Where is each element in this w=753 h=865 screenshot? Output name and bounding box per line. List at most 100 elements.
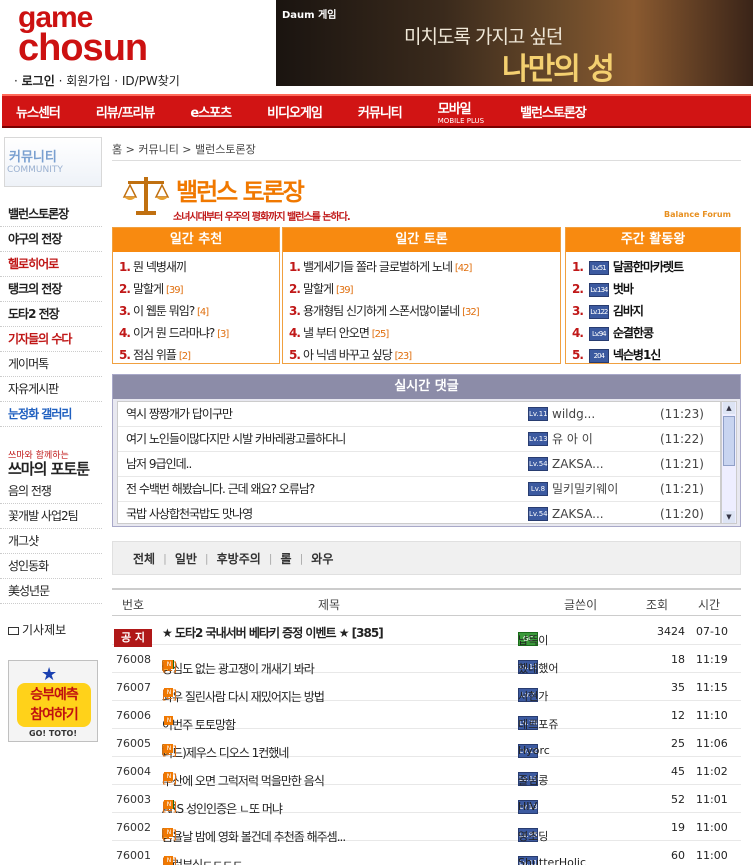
comment-text[interactable]: 역시 짱짱개가 답이구만 — [126, 402, 233, 427]
toto-promo[interactable]: ★ 승부예측 참여하기 GO! TOTO! — [8, 660, 98, 742]
sidebar-item-balance[interactable]: 밸런스토론장 — [0, 202, 102, 227]
sidebar-item-war[interactable]: 음의 전쟁 — [0, 479, 102, 504]
report-link[interactable]: 기사제보 — [8, 621, 66, 638]
level-badge: Lv.116 — [528, 407, 552, 421]
tab-lol[interactable]: 롤 — [273, 550, 300, 567]
list-item[interactable]: 3. Lv.122 김바지 — [572, 300, 740, 322]
list-item[interactable]: 5. 204 넥슨병1신 — [572, 344, 740, 366]
logo-chosun[interactable]: chosun — [18, 28, 148, 68]
comment-text[interactable]: 국밥 사상합천국밥도 맛나영 — [126, 502, 253, 523]
list-item[interactable]: 4. 낼 부터 안오면 [25] — [289, 322, 560, 344]
realtime-row[interactable]: 전 수백번 해봤습니다. 근데 왜요? 오류남? Lv.8 밀키밀키웨이 (11:21… — [118, 477, 720, 502]
user-name[interactable]: 순결한콩 — [613, 326, 654, 340]
table-row[interactable]: 76004부산에 오면 그럭저럭 먹을만한 음식 [6]NLv.104줄넘콩45… — [112, 757, 741, 788]
table-row[interactable]: 76001홍런부심ㄷㄷㄷㄷ [7]NLv.119ShutterHolic6011… — [112, 841, 741, 865]
comment-author[interactable]: ZAKSA... — [552, 502, 604, 523]
tab-general[interactable]: 일반 — [167, 550, 205, 567]
sidebar-item-beauty[interactable]: 美성년문 — [0, 579, 102, 604]
realtime-row[interactable]: 역시 짱짱개가 답이구만 Lv.116 wildg... (11:23) — [118, 402, 720, 427]
comment-author[interactable]: ZAKSA... — [552, 452, 604, 477]
sidebar-item-gagshot[interactable]: 개그샷 — [0, 529, 102, 554]
user-name[interactable]: 달콤한마카렛트 — [613, 260, 684, 274]
table-row[interactable]: 76007와우 질린사람 다시 재밌어지는 방법 [2]NLv.7서현가3511… — [112, 673, 741, 704]
sidebar-item-free[interactable]: 자유게시판 — [0, 377, 102, 402]
list-item-title[interactable]: 말할게 — [303, 282, 334, 296]
table-row[interactable]: 76002금욜날 밤에 영화 볼건데 추천좀 해주셈... [2]NLv.95영… — [112, 813, 741, 844]
tab-wow[interactable]: 와우 — [303, 550, 341, 567]
list-item[interactable]: 2. Lv.134 벗바 — [572, 278, 740, 300]
realtime-comments: 실시간 댓글 역시 짱짱개가 답이구만 Lv.116 wildg... (11:23)… — [112, 374, 741, 527]
comment-text[interactable]: 남저 9급인데.. — [126, 452, 192, 477]
notice-title[interactable]: ★ 도타2 국내서버 베타키 증정 이벤트 ★ [385] — [162, 624, 384, 641]
sidebar-item-dota2[interactable]: 도타2 전장 — [0, 302, 102, 327]
realtime-scrollbar[interactable]: ▲ ▼ — [721, 401, 737, 524]
user-name[interactable]: 김바지 — [613, 304, 644, 318]
comment-author[interactable]: 유 아 이 — [552, 427, 593, 452]
comment-text[interactable]: 전 수백번 해봤습니다. 근데 왜요? 오류남? — [126, 477, 315, 502]
sidebar-title: 커뮤니티 — [9, 150, 57, 165]
list-item[interactable]: 3. 용개형팀 신기하게 스폰서많이붙네 [32] — [289, 300, 560, 322]
table-row[interactable]: 76006 이번주 토토망함 N Lv.78 데르포쥬 12 11:10 — [112, 701, 741, 732]
list-item[interactable]: 2. 말할게 [39] — [119, 278, 279, 300]
scroll-thumb[interactable] — [723, 416, 735, 466]
sidebar-item-hellohero[interactable]: 헬로히어로 — [0, 252, 102, 277]
nav-esports[interactable]: e스포츠 — [172, 102, 249, 121]
comment-author[interactable]: 밀키밀키웨이 — [552, 477, 618, 502]
scroll-down-icon[interactable]: ▼ — [723, 511, 735, 523]
nav-review[interactable]: 리뷰/프리뷰 — [78, 102, 173, 121]
nav-balance[interactable]: 밸런스토론장 — [502, 102, 604, 121]
list-item-title[interactable]: 점심 위플 — [133, 348, 177, 362]
comment-text[interactable]: 여기 노인들이많다지만 시발 카바레광고를하다니 — [126, 427, 346, 452]
list-item-title[interactable]: 말할게 — [133, 282, 164, 296]
list-item[interactable]: 5. 점심 위플 [2] — [119, 344, 279, 366]
table-header: 번호 제목 글쓴이 조회 시간 — [112, 588, 741, 616]
list-item[interactable]: 2. 말할게 [39] — [289, 278, 560, 300]
tab-all[interactable]: 전체 — [125, 550, 163, 567]
list-item[interactable]: 5. 아 닉넴 바꾸고 싶당 [23] — [289, 344, 560, 366]
nav-news[interactable]: 뉴스센터 — [2, 102, 78, 121]
tab-nsfw[interactable]: 후방주의 — [209, 550, 269, 567]
list-item[interactable]: 4. 이거 뭔 드라마냐? [3] — [119, 322, 279, 344]
rank-number: 4. — [572, 326, 584, 340]
list-item-title[interactable]: 아 닉넴 바꾸고 싶당 — [303, 348, 393, 362]
photo-toon-title[interactable]: 쓰마의 포토툰 — [8, 458, 90, 479]
list-item-title[interactable]: 밸게세기들 쫄라 글로벌하게 노네 — [303, 260, 453, 274]
comment-time: (11:21) — [660, 457, 704, 471]
table-row[interactable]: 76008양심도 없는 광고쟁이 개새기 봐라 [1]NLv.100했네했어18… — [112, 645, 741, 676]
ad-banner[interactable]: Daum 게임 미치도록 가지고 싶던 나만의 성 — [276, 0, 753, 86]
list-item[interactable]: 1. 뭔 넥병새끼 — [119, 256, 279, 278]
user-name[interactable]: 넥슨병1신 — [613, 348, 662, 362]
table-row[interactable]: 76005퍼드)제우스 디오스 1컨했네 [2]NLv.120Hyorc2511… — [112, 729, 741, 760]
nav-community[interactable]: 커뮤니티 — [340, 102, 420, 121]
sidebar-item-baseball[interactable]: 야구의 전장 — [0, 227, 102, 252]
realtime-row[interactable]: 여기 노인들이많다지만 시발 카바레광고를하다니 Lv.137 유 아 이 (11:2… — [118, 427, 720, 452]
sidebar-item-dev2[interactable]: 꽃개발 사업2팀 — [0, 504, 102, 529]
nav-mobile[interactable]: 모바일 MOBILE PLUS — [420, 98, 502, 125]
rank-number: 5. — [572, 348, 584, 362]
list-item-title[interactable]: 이거 뭔 드라마냐? — [133, 326, 215, 340]
sidebar-item-adultfairy[interactable]: 성인동화 — [0, 554, 102, 579]
realtime-row[interactable]: 국밥 사상합천국밥도 맛나영 Lv.54 ZAKSA... (11:20) — [118, 502, 720, 523]
list-item[interactable]: 4. Lv.94 순결한콩 — [572, 322, 740, 344]
list-item[interactable]: 1. Lv.51 달콤한마카렛트 — [572, 256, 740, 278]
list-item-title[interactable]: 이 웹툰 뭐임? — [133, 304, 195, 318]
comment-author[interactable]: wildg... — [552, 402, 595, 427]
sidebar-item-reporters[interactable]: 기자들의 수다 — [0, 327, 102, 352]
find-idpw-link[interactable]: ID/PW찾기 — [122, 74, 180, 88]
user-name[interactable]: 벗바 — [613, 282, 634, 296]
list-item-title[interactable]: 낼 부터 안오면 — [303, 326, 370, 340]
sidebar-item-gallery[interactable]: 눈정화 갤러리 — [0, 402, 102, 427]
list-item-title[interactable]: 뭔 넥병새끼 — [133, 260, 187, 274]
notice-row[interactable]: 공 지 ★ 도타2 국내서버 베타키 증정 이벤트 ★ [385] GC 납뜩이 … — [112, 617, 741, 647]
realtime-row[interactable]: 남저 9급인데.. Lv.54 ZAKSA... (11:21) — [118, 452, 720, 477]
nav-videogame[interactable]: 비디오게임 — [249, 102, 340, 121]
signup-link[interactable]: 회원가입 — [66, 74, 110, 88]
list-item[interactable]: 1. 밸게세기들 쫄라 글로벌하게 노네 [42] — [289, 256, 560, 278]
sidebar-item-tank[interactable]: 탱크의 전장 — [0, 277, 102, 302]
sidebar-item-gamertalk[interactable]: 게이머톡 — [0, 352, 102, 377]
scroll-up-icon[interactable]: ▲ — [723, 402, 735, 414]
login-link[interactable]: 로그인 — [22, 74, 55, 88]
table-row[interactable]: 76003ARS 성인인증은 ㄴ또 머냐 [2]NLv.134HIV5211:0… — [112, 785, 741, 816]
list-item-title[interactable]: 용개형팀 신기하게 스폰서많이붙네 — [303, 304, 460, 318]
list-item[interactable]: 3. 이 웹툰 뭐임? [4] — [119, 300, 279, 322]
